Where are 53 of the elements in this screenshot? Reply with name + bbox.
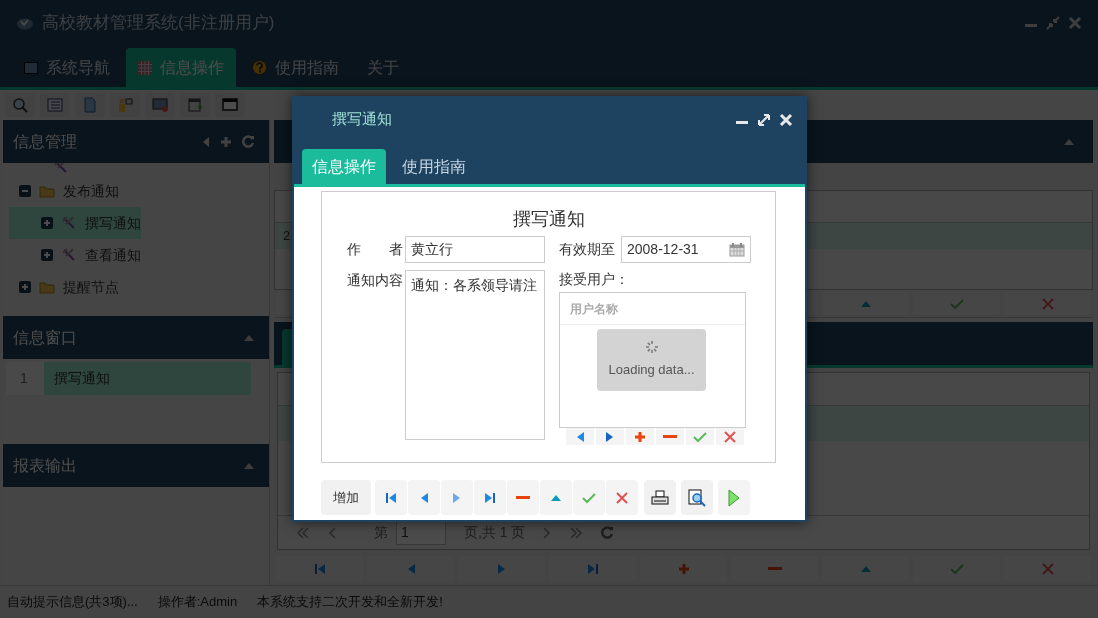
toolbar-button[interactable] xyxy=(540,480,572,515)
toolbar-button[interactable] xyxy=(507,480,539,515)
grid-button[interactable] xyxy=(566,428,594,445)
add-icon xyxy=(634,430,646,443)
grid-button[interactable] xyxy=(686,428,714,445)
dialog-title: 撰写通知 xyxy=(332,109,392,130)
panel-title: 信息管理 xyxy=(13,131,77,152)
panel-title: 信息窗口 xyxy=(13,327,77,348)
field-label: 通知内容 xyxy=(347,271,403,290)
run-button[interactable] xyxy=(718,480,750,515)
print-button[interactable] xyxy=(644,480,676,515)
play-icon xyxy=(728,488,740,507)
toolbar-button[interactable] xyxy=(408,480,440,515)
preview-button[interactable] xyxy=(681,480,713,515)
magnifier-icon xyxy=(688,488,706,507)
printer-icon xyxy=(651,489,669,506)
check-icon xyxy=(693,430,707,443)
previous-icon xyxy=(575,430,585,443)
next-icon xyxy=(452,491,462,504)
content-textarea[interactable]: 通知：各系领导请注 xyxy=(405,270,545,440)
first-page-icon xyxy=(385,491,397,504)
toolbar-button[interactable] xyxy=(606,480,638,515)
toolbar-button[interactable] xyxy=(474,480,506,515)
loading-text: Loading data... xyxy=(608,361,695,380)
previous-icon xyxy=(419,491,429,504)
toolbar-button[interactable] xyxy=(573,480,605,515)
cancel-icon xyxy=(724,430,736,443)
dialog-tab[interactable]: 使用指南 xyxy=(392,149,476,184)
grid-button[interactable] xyxy=(626,428,654,445)
close-icon[interactable] xyxy=(779,112,793,127)
field-label: 有效期至 xyxy=(559,240,615,259)
add-button[interactable]: 增加 xyxy=(321,480,371,515)
author-field[interactable]: 黄立行 xyxy=(405,236,545,263)
next-icon xyxy=(605,430,615,443)
grid-button[interactable] xyxy=(656,428,684,445)
field-label: 接受用户： xyxy=(559,270,630,289)
last-page-icon xyxy=(484,491,496,504)
expand-icon[interactable] xyxy=(757,112,771,127)
spinner-icon xyxy=(644,340,659,355)
date-field[interactable]: 2008-12-31 xyxy=(621,236,751,263)
column-header: 用户名称 xyxy=(570,300,618,318)
cancel-icon xyxy=(616,491,628,504)
grid-button[interactable] xyxy=(596,428,624,445)
grid-button[interactable] xyxy=(716,428,744,445)
dialog-tab[interactable]: 信息操作 xyxy=(302,149,386,184)
field-label: 作者 xyxy=(347,240,403,259)
up-icon xyxy=(550,493,562,502)
toolbar-button[interactable] xyxy=(441,480,473,515)
toolbar-button[interactable] xyxy=(375,480,407,515)
calendar-icon xyxy=(729,242,745,257)
form-heading: 撰写通知 xyxy=(511,208,586,231)
panel-title: 报表输出 xyxy=(13,455,77,476)
check-icon xyxy=(582,491,596,504)
